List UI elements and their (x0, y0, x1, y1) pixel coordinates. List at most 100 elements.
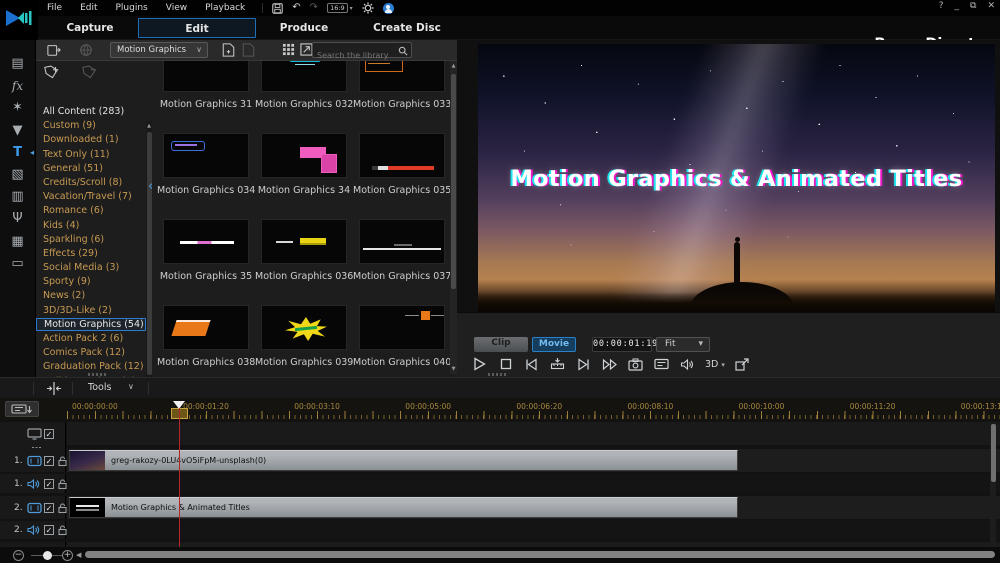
category-romance[interactable]: Romance (6) (36, 204, 146, 218)
zoom-in-button[interactable]: + (62, 550, 73, 561)
category-general[interactable]: General (51) (36, 162, 146, 176)
undo-icon[interactable]: ↶ (292, 3, 300, 13)
category-sparkling[interactable]: Sparkling (6) (36, 233, 146, 247)
grid-view-icon[interactable] (282, 43, 295, 56)
import-media-icon[interactable] (47, 43, 61, 57)
library-item[interactable]: Motion Graphics 31 (157, 61, 255, 133)
panel-resize-grip[interactable] (88, 373, 108, 376)
track-lock-icon[interactable] (58, 502, 67, 513)
subtitle-room-icon[interactable]: ▭ (0, 254, 35, 276)
settings-gear-icon[interactable] (362, 2, 374, 14)
close-window-icon[interactable]: ✕ (987, 1, 995, 11)
library-item-thumbnail[interactable] (163, 133, 249, 178)
menu-playback[interactable]: Playback (196, 3, 254, 13)
track-lock-icon[interactable] (58, 478, 67, 489)
library-item[interactable]: Motion Graphics 035 (353, 133, 451, 219)
split-clip-icon[interactable] (46, 381, 62, 396)
menu-view[interactable]: View (157, 3, 196, 13)
category-comics-pack[interactable]: Comics Pack (12) (36, 346, 146, 360)
library-item-thumbnail[interactable] (163, 305, 249, 350)
category-3d-3d-like[interactable]: 3D/3D-Like (2) (36, 304, 146, 318)
save-icon[interactable] (272, 3, 283, 14)
track-enable-checkbox[interactable]: ✓ (44, 503, 54, 513)
next-frame-button[interactable] (575, 356, 592, 372)
category-text-only[interactable]: Text Only (11) (36, 148, 146, 162)
library-item[interactable]: Motion Graphics 038 (157, 305, 255, 377)
library-item[interactable]: Motion Graphics 34 (255, 133, 353, 219)
category-social-media[interactable]: Social Media (3) (36, 261, 146, 275)
zoom-fit-dropdown[interactable]: Fit (656, 337, 710, 352)
library-scrollbar[interactable]: ▲ ▼ (450, 61, 457, 374)
scroll-up-icon[interactable]: ▲ (146, 122, 152, 130)
tab-produce[interactable]: Produce (256, 18, 352, 38)
library-item-thumbnail[interactable] (359, 133, 445, 178)
track-enable-checkbox[interactable]: ✓ (44, 525, 54, 535)
track-lock-icon[interactable] (58, 525, 67, 536)
volume-button[interactable] (679, 356, 696, 372)
library-item[interactable]: Motion Graphics 35 (157, 219, 255, 305)
category-motion-graphics[interactable]: Motion Graphics (54) (36, 318, 146, 331)
tab-capture[interactable]: Capture (42, 18, 138, 38)
collapse-categories-icon[interactable]: ‹ (148, 179, 153, 194)
transition-room-icon[interactable]: ▧ (0, 165, 35, 187)
scrollbar-thumb[interactable] (147, 132, 152, 375)
fast-forward-button[interactable] (601, 356, 618, 372)
category-custom[interactable]: Custom (9) (36, 119, 146, 133)
stop-button[interactable] (497, 356, 514, 372)
minimize-window-icon[interactable]: _ (955, 1, 960, 11)
3d-mode-button[interactable]: 3D ▾ (705, 359, 725, 370)
new-title-icon[interactable] (222, 43, 235, 57)
menu-file[interactable]: File (38, 3, 71, 13)
library-item-thumbnail[interactable] (163, 219, 249, 264)
library-category-dropdown[interactable]: Motion Graphics ∨ (110, 42, 208, 58)
audio-track-1-lane[interactable] (67, 474, 1000, 493)
timeline-clip-video[interactable]: greg-rakozy-0LU4vO5iFpM-unsplash(0) (69, 450, 738, 471)
media-room-icon[interactable]: ▤ (0, 54, 35, 76)
clip-mode-button[interactable]: Clip (474, 337, 528, 352)
tab-create-disc[interactable]: Create Disc (352, 18, 462, 38)
library-item[interactable]: Motion Graphics 033 (353, 61, 451, 133)
zoom-out-button[interactable]: − (13, 550, 24, 561)
category-scrollbar[interactable]: ▲ ▼ (146, 121, 152, 389)
duplicate-title-icon[interactable] (242, 43, 255, 57)
panel-resize-grip[interactable] (488, 373, 508, 376)
library-item[interactable]: Motion Graphics 034 (157, 133, 255, 219)
category-action-pack-2[interactable]: Action Pack 2 (6) (36, 332, 146, 346)
effect-room-icon[interactable]: fx (0, 76, 35, 98)
seek-button[interactable] (549, 356, 566, 372)
undock-preview-button[interactable] (734, 356, 751, 372)
account-icon[interactable] (383, 3, 394, 14)
timeline-ruler[interactable]: 00:00:00:0000:00:01:2000:00:03:1000:00:0… (0, 398, 1000, 420)
timeline-vertical-scrollbar[interactable] (990, 422, 996, 548)
scroll-down-icon[interactable]: ▼ (450, 365, 457, 373)
track-enable-checkbox[interactable]: ✓ (44, 479, 54, 489)
library-item[interactable]: Motion Graphics 036 (255, 219, 353, 305)
display-track-checkbox[interactable]: ✓ (44, 429, 54, 439)
library-item[interactable]: Motion Graphics 039 (255, 305, 353, 377)
movie-mode-button[interactable]: Movie (532, 337, 576, 352)
remove-tag-icon[interactable] (82, 64, 98, 79)
help-window-icon[interactable]: ? (939, 1, 944, 11)
category-all-content[interactable]: All Content (283) (36, 105, 146, 119)
track-manager-button[interactable] (5, 401, 39, 417)
play-button[interactable] (471, 356, 488, 372)
display-monitor-icon[interactable] (27, 428, 42, 440)
scrollbar-thumb[interactable] (991, 424, 996, 482)
scroll-left-icon[interactable]: ◀ (76, 551, 81, 559)
audio-mixing-room-icon[interactable]: ▥ (0, 187, 35, 209)
library-item-thumbnail[interactable] (261, 305, 347, 350)
library-item[interactable]: Motion Graphics 040 (353, 305, 451, 377)
add-tag-icon[interactable] (44, 64, 60, 79)
category-downloaded[interactable]: Downloaded (1) (36, 133, 146, 147)
track-enable-checkbox[interactable]: ✓ (44, 456, 54, 466)
library-item-thumbnail[interactable] (359, 305, 445, 350)
category-news[interactable]: News (2) (36, 289, 146, 303)
restore-window-icon[interactable]: ⧉ (970, 1, 976, 11)
library-item-thumbnail[interactable] (261, 133, 347, 178)
tab-edit[interactable]: Edit (138, 18, 256, 38)
timecode-display[interactable]: 00:00:01:19 (592, 337, 652, 352)
menu-plugins[interactable]: Plugins (107, 3, 157, 13)
category-credits-scroll[interactable]: Credits/Scroll (8) (36, 176, 146, 190)
playhead-line[interactable] (179, 408, 181, 553)
library-item-thumbnail[interactable] (163, 61, 249, 92)
